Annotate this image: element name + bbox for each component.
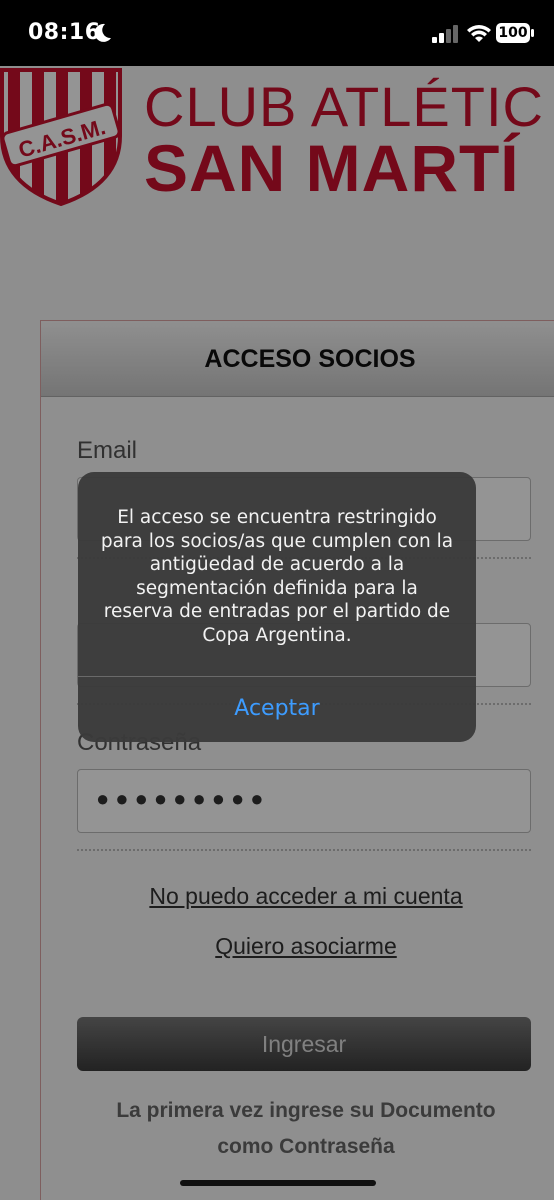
wifi-icon: [467, 25, 491, 42]
home-indicator[interactable]: [180, 1180, 376, 1186]
status-bar: 08:16 100: [0, 0, 554, 66]
alert-message: El acceso se encuentra restringido para …: [100, 507, 454, 646]
moon-icon: [94, 23, 111, 42]
cellular-signal-icon: [432, 25, 458, 43]
status-time: 08:16: [28, 20, 101, 45]
battery-level: 100: [498, 25, 528, 41]
alert-dialog: El acceso se encuentra restringido para …: [78, 472, 476, 742]
accept-button[interactable]: Aceptar: [78, 676, 476, 742]
